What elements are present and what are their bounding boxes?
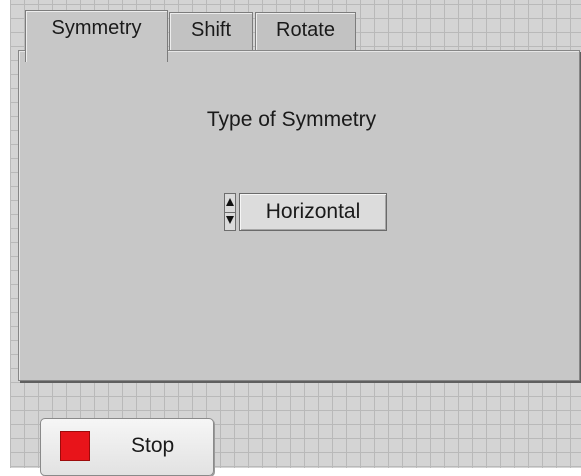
spinner-up-button[interactable] [225,194,235,213]
tab-rotate[interactable]: Rotate [255,12,356,52]
symmetry-type-enum[interactable]: Horizontal [239,193,387,231]
tab-shift[interactable]: Shift [169,12,253,52]
tab-symmetry[interactable]: Symmetry [25,10,168,62]
tab-shift-label: Shift [190,19,232,41]
stop-button-label: Stop [131,434,175,457]
spinner-down-button[interactable] [225,212,235,230]
tab-rotate-label: Rotate [276,19,335,41]
symmetry-type-label: Type of Symmetry [206,108,377,131]
stop-button[interactable]: Stop [40,418,214,476]
enum-increment-decrement[interactable] [224,193,236,231]
tab-symmetry-label: Symmetry [51,17,142,39]
triangle-down-icon [226,216,234,224]
stop-indicator-icon [60,431,90,461]
triangle-up-icon [226,198,234,206]
